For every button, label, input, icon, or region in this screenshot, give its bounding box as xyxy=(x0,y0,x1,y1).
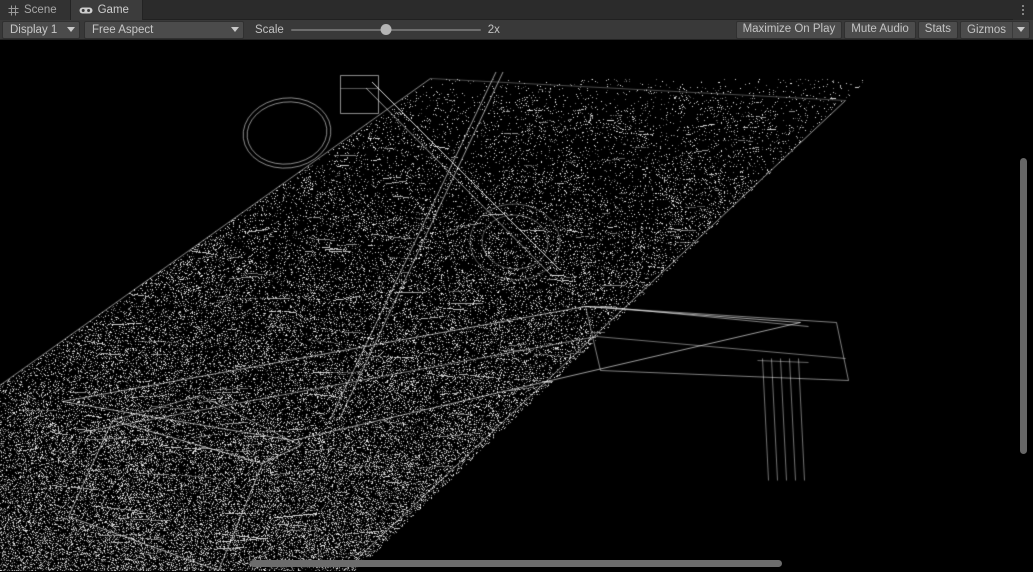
tab-strip-spacer xyxy=(142,0,1013,19)
aspect-ratio-dropdown[interactable]: Free Aspect xyxy=(84,20,244,39)
tab-game-label: Game xyxy=(97,4,129,16)
toolbar-right-group: Maximize On Play Mute Audio Stats Gizmos xyxy=(735,20,1033,39)
tab-game[interactable]: Game xyxy=(70,0,143,20)
gamepad-icon xyxy=(79,6,93,15)
maximize-on-play-button[interactable]: Maximize On Play xyxy=(735,20,843,39)
horizontal-scrollbar-thumb[interactable] xyxy=(250,560,782,567)
chevron-down-icon xyxy=(231,27,239,32)
game-view-render-area[interactable] xyxy=(0,40,1033,572)
chevron-down-icon xyxy=(1017,27,1025,32)
scale-value: 2x xyxy=(487,23,500,36)
gizmos-control: Gizmos xyxy=(960,20,1030,39)
gizmos-dropdown-button[interactable] xyxy=(1012,21,1029,38)
vertical-scrollbar[interactable] xyxy=(1020,40,1027,572)
tab-strip: Scene Game xyxy=(0,0,1033,20)
game-view-toolbar: Display 1 Free Aspect Scale 2x Maximize … xyxy=(0,20,1033,40)
display-dropdown[interactable]: Display 1 xyxy=(2,20,80,39)
game-render-canvas[interactable] xyxy=(0,40,1033,571)
vertical-scrollbar-thumb[interactable] xyxy=(1020,158,1027,454)
scale-control: Scale 2x xyxy=(255,23,510,37)
scale-label: Scale xyxy=(255,23,284,36)
display-dropdown-label: Display 1 xyxy=(10,23,58,36)
chevron-down-icon xyxy=(67,27,75,32)
stats-button[interactable]: Stats xyxy=(917,20,959,39)
kebab-menu-icon[interactable] xyxy=(1013,0,1033,20)
gizmos-button[interactable]: Gizmos xyxy=(961,22,1012,38)
scale-slider[interactable] xyxy=(290,23,481,37)
aspect-ratio-label: Free Aspect xyxy=(92,23,154,36)
tab-scene[interactable]: Scene xyxy=(0,0,71,20)
horizontal-scrollbar[interactable] xyxy=(0,560,1033,567)
mute-audio-button[interactable]: Mute Audio xyxy=(844,20,916,39)
tab-scene-label: Scene xyxy=(24,4,57,16)
scale-slider-thumb[interactable] xyxy=(380,23,392,35)
unity-game-window: Scene Game Display 1 Free Aspect Scale 2… xyxy=(0,0,1033,572)
grid-icon xyxy=(8,5,19,16)
